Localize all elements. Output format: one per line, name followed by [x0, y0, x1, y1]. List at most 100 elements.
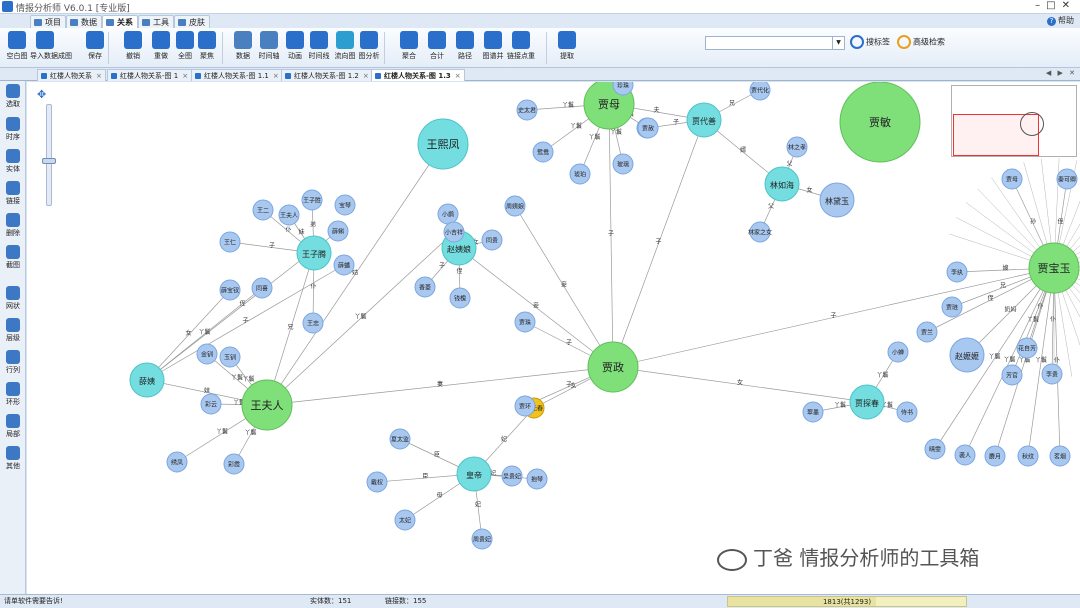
fit-view-icon[interactable]: ✥	[37, 88, 46, 101]
graph-node-n35[interactable]: 太妃	[394, 509, 416, 531]
graph-node-n47[interactable]: 李贵	[1041, 363, 1063, 385]
ribbon-button-16[interactable]: 路径	[450, 31, 480, 61]
search-input[interactable]: ▼	[705, 36, 845, 50]
graph-node-n37[interactable]: 吴贵妃	[501, 465, 523, 487]
graph-node-n19[interactable]: 彩霞	[223, 453, 245, 475]
graph-node-huangdi[interactable]: 皇帝	[456, 456, 492, 492]
menu-tab-tools[interactable]: 工具	[138, 15, 174, 28]
graph-node-n43[interactable]: 袭人	[954, 444, 976, 466]
graph-node-n53[interactable]: 林之孝	[786, 136, 808, 158]
graph-node-lindaiyu[interactable]: 林黛玉	[819, 182, 855, 218]
graph-node-n38[interactable]: 抱琴	[526, 468, 548, 490]
graph-node-n50[interactable]: 贾兰	[916, 321, 938, 343]
graph-node-n54[interactable]: 贾母	[1001, 168, 1023, 190]
tab-scroll-buttons[interactable]: ◀ ▶ ✕	[1046, 69, 1077, 77]
menu-tab-project[interactable]: 项目	[30, 15, 66, 28]
close-icon[interactable]: ×	[273, 72, 279, 80]
left-tool-11[interactable]: 局部	[0, 414, 26, 439]
left-tool-2[interactable]: 时序	[0, 117, 26, 142]
left-tool-8[interactable]: 层级	[0, 318, 26, 343]
left-tool-12[interactable]: 其他	[0, 446, 26, 471]
left-tool-9[interactable]: 行列	[0, 350, 26, 375]
ribbon-button-13[interactable]: 图分析	[354, 31, 384, 61]
graph-node-jiabaoyu[interactable]: 贾宝玉	[1028, 242, 1080, 294]
menu-tab-data[interactable]: 数据	[66, 15, 102, 28]
help-button[interactable]: ? 帮助	[1047, 15, 1074, 26]
graph-node-n22[interactable]: 王子胜	[301, 189, 323, 211]
graph-node-xuepan[interactable]: 薛姨	[129, 362, 165, 398]
graph-node-n52[interactable]: 贾琏	[941, 296, 963, 318]
ribbon-button-19[interactable]: 提取	[552, 31, 582, 61]
graph-node-n07[interactable]: 贾赦	[637, 117, 659, 139]
graph-node-jiadaishan[interactable]: 贾代善	[686, 102, 722, 138]
graph-node-n04[interactable]: 玻璃	[612, 153, 634, 175]
graph-node-n33[interactable]: 夏太监	[389, 428, 411, 450]
graph-node-n39[interactable]: 侍书	[896, 401, 918, 423]
graph-node-n27[interactable]: 同喜	[251, 277, 273, 299]
graph-node-n12[interactable]: 小鹊	[437, 203, 459, 225]
graph-node-n30[interactable]: 宝琴	[334, 194, 356, 216]
graph-node-n41[interactable]: 小蝉	[887, 341, 909, 363]
zoom-control[interactable]: ✥	[37, 88, 61, 208]
graph-node-n48[interactable]: 芳官	[1001, 364, 1023, 386]
graph-node-n40[interactable]: 翠墨	[802, 401, 824, 423]
graph-node-n46[interactable]: 茗烟	[1049, 445, 1071, 467]
graph-canvas[interactable]: 子妻妾子子女女子子妾姑兄妹丫鬟丫鬟丫鬟丫鬟丫鬟丫鬟子弟妹仆仆侄子女丫鬟丫鬟丫鬟丫…	[27, 82, 1080, 594]
graph-node-n36[interactable]: 周贵妃	[471, 528, 493, 550]
graph-node-n42[interactable]: 晴雯	[924, 438, 946, 460]
graph-node-lingruhai[interactable]: 林如海	[764, 166, 800, 202]
graph-node-n20[interactable]: 绣凤	[166, 451, 188, 473]
graph-node-wangzisheng[interactable]: 王子腾	[296, 235, 332, 271]
graph-node-jiazheng[interactable]: 贾政	[587, 341, 639, 393]
doc-tab-active[interactable]: 红楼人物关系-图 1.3 ×	[371, 69, 465, 81]
zoom-slider-track[interactable]	[46, 104, 52, 206]
close-icon[interactable]: ×	[96, 72, 102, 80]
graph-node-n15[interactable]: 小吉祥	[443, 221, 465, 243]
left-tool-4[interactable]: 链接	[0, 181, 26, 206]
ribbon-button-17[interactable]: 图谱并	[478, 31, 508, 61]
graph-node-n02[interactable]: 鸳鸯	[532, 141, 554, 163]
graph-node-n13[interactable]: 钱槐	[449, 287, 471, 309]
ribbon-button-18[interactable]: 链接点重	[506, 31, 536, 61]
menu-tab-relation[interactable]: 关系	[102, 15, 138, 28]
ribbon-button-4[interactable]: 撤销	[118, 31, 148, 61]
graph-node-n24[interactable]: 薛蝌	[327, 220, 349, 242]
left-tool-1[interactable]: 选取	[0, 84, 26, 109]
left-tool-5[interactable]: 删除	[0, 213, 26, 238]
graph-node-wangxifeng[interactable]: 王熙凤	[417, 118, 469, 170]
graph-node-jiatanchun[interactable]: 贾探春	[849, 384, 885, 420]
graph-node-n28[interactable]: 同贵	[481, 229, 503, 251]
graph-node-n49[interactable]: 花自芳	[1016, 337, 1038, 359]
ribbon-button-14[interactable]: 聚合	[394, 31, 424, 61]
graph-node-n11[interactable]: 贾珠	[514, 311, 536, 333]
graph-node-n21[interactable]: 王仁	[219, 231, 241, 253]
doc-tab[interactable]: 红楼人物关系 ×	[37, 69, 106, 81]
graph-node-n31[interactable]: 王二	[252, 199, 274, 221]
graph-node-n44[interactable]: 麝月	[984, 445, 1006, 467]
left-tool-3[interactable]: 实体	[0, 149, 26, 174]
overview-minimap[interactable]	[951, 85, 1077, 157]
doc-tab[interactable]: 红楼人物关系-图 1.1 ×	[191, 69, 283, 81]
ribbon-button-3[interactable]: 保存	[80, 31, 110, 61]
graph-node-n14[interactable]: 周姨娘	[504, 195, 526, 217]
ribbon-button-7[interactable]: 聚焦	[192, 31, 222, 61]
graph-node-zhaoyima[interactable]: 赵嬷嬷	[949, 337, 985, 373]
graph-node-n03[interactable]: 琥珀	[569, 163, 591, 185]
graph-node-n17[interactable]: 玉钏	[219, 346, 241, 368]
graph-node-n18[interactable]: 彩云	[200, 393, 222, 415]
graph-node-n25[interactable]: 薛蟠	[333, 254, 355, 276]
chevron-down-icon[interactable]: ▼	[832, 37, 844, 49]
graph-node-n08[interactable]: 贾代化	[749, 82, 771, 101]
advanced-search-button[interactable]: 高级检索	[897, 35, 945, 49]
left-tool-10[interactable]: 环形	[0, 382, 26, 407]
graph-node-wangfuren[interactable]: 王夫人	[241, 379, 293, 431]
graph-node-jiamin[interactable]: 贾敏	[839, 82, 921, 163]
window-controls[interactable]: –□✕	[1035, 0, 1076, 11]
graph-node-n32[interactable]: 王忠	[302, 312, 324, 334]
left-tool-6[interactable]: 截图	[0, 245, 26, 270]
doc-tab[interactable]: 红楼人物关系-图 1 ×	[107, 69, 193, 81]
ribbon-button-15[interactable]: 合计	[422, 31, 452, 61]
graph-node-n29[interactable]: 香菱	[414, 276, 436, 298]
ribbon-button-1[interactable]: 空白图	[2, 31, 32, 61]
graph-node-n51[interactable]: 李纨	[946, 261, 968, 283]
